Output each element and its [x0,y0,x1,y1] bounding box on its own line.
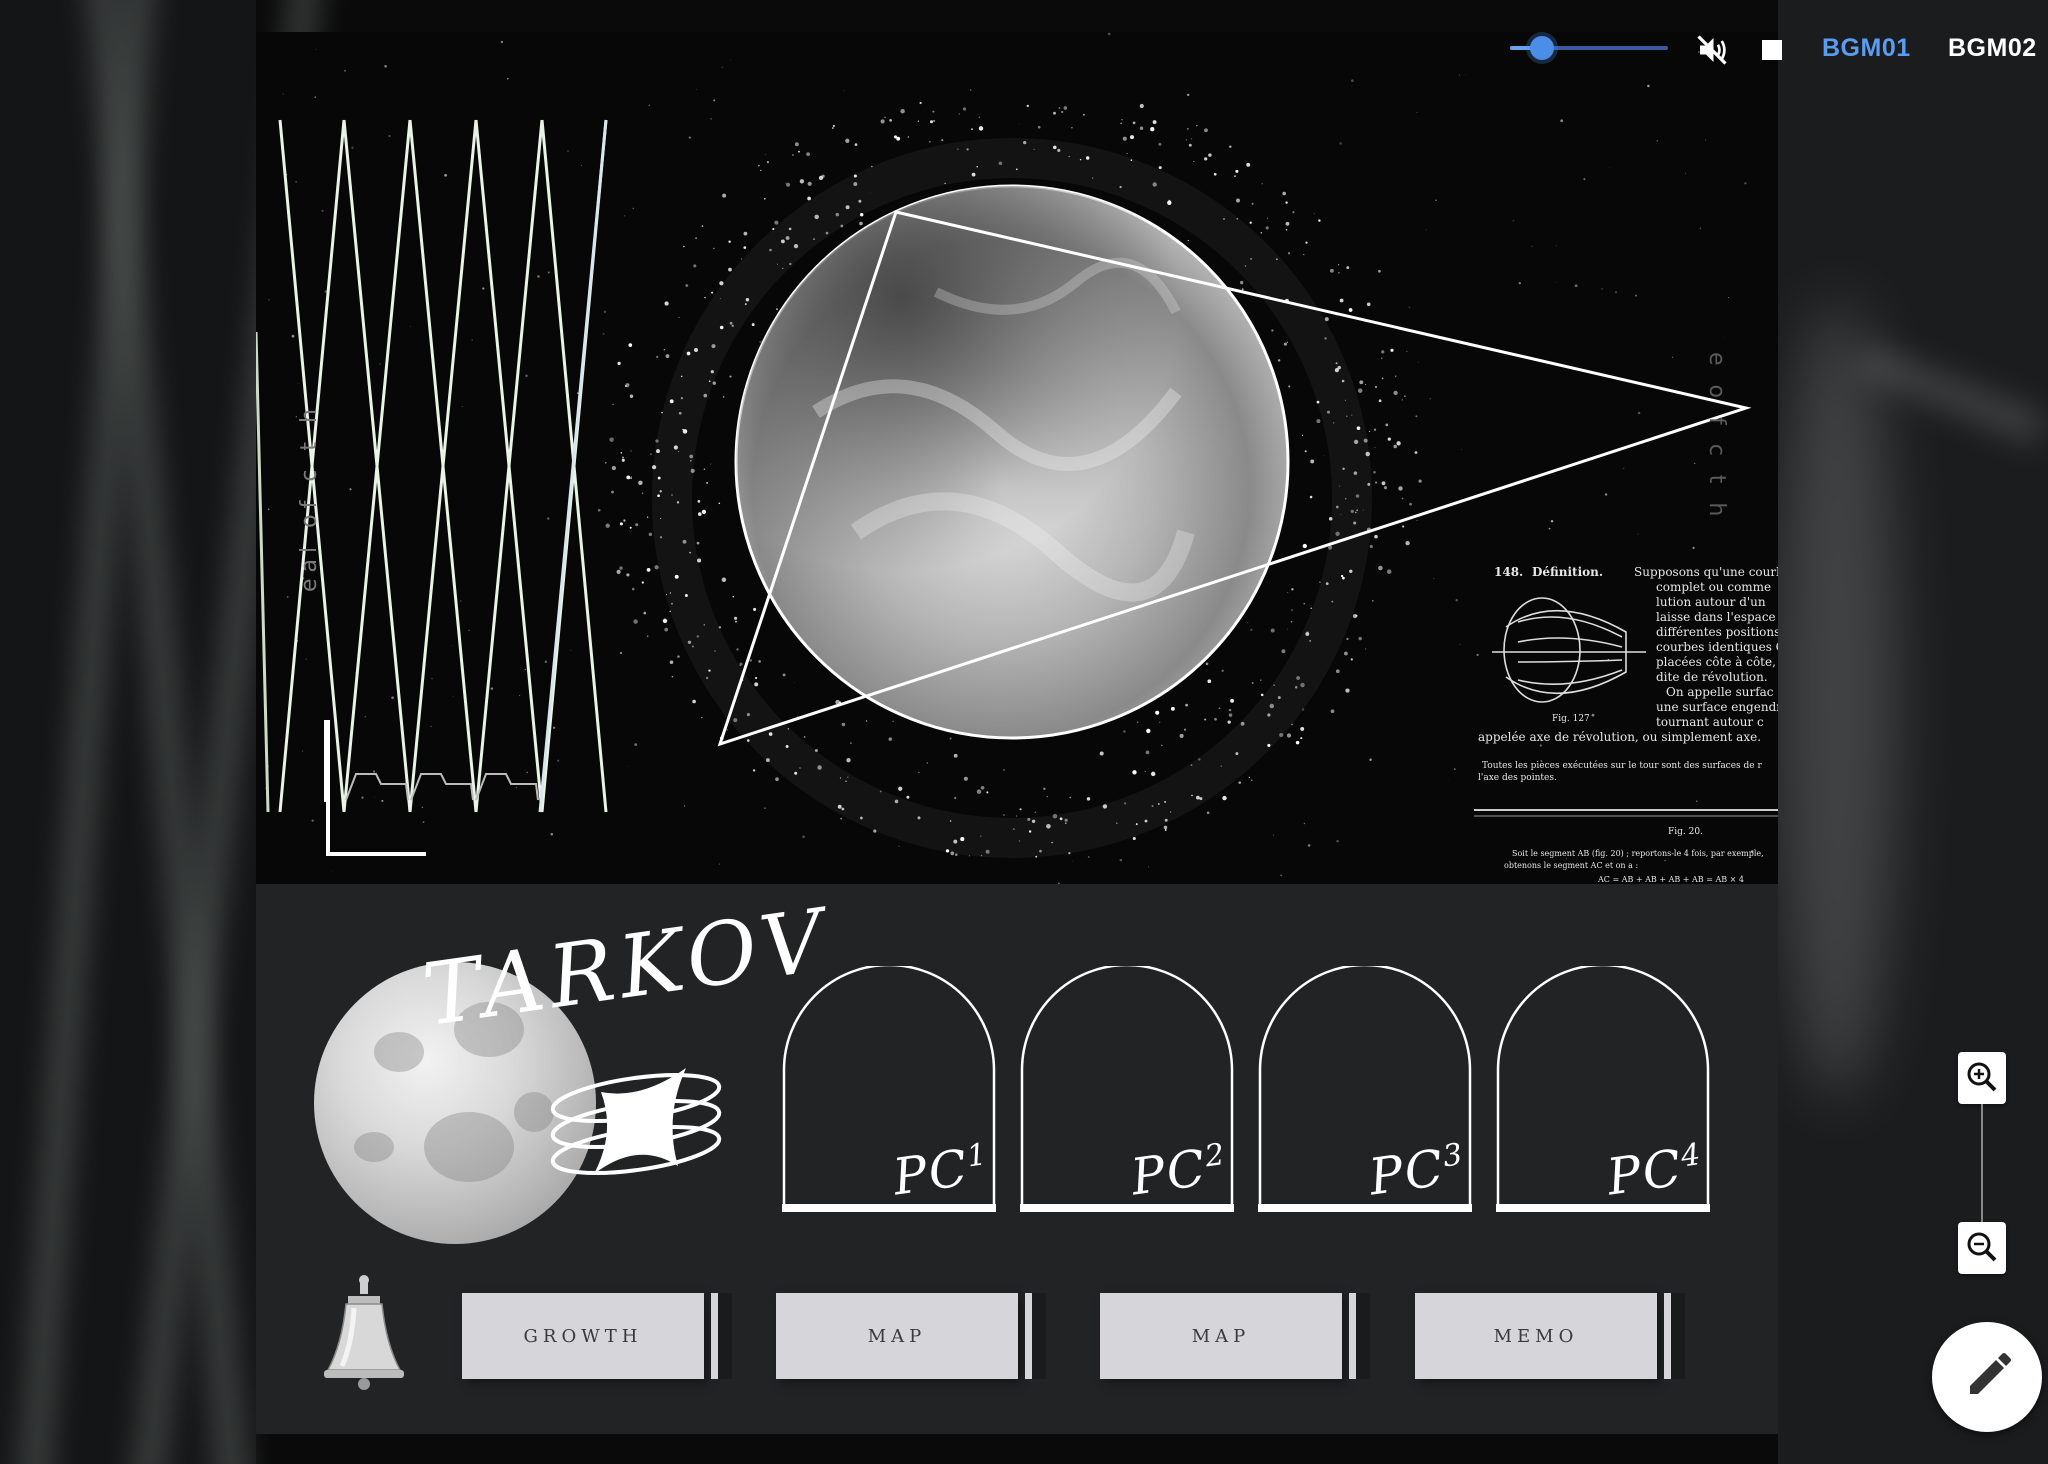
note-line-4: différentes positions [1656,625,1778,639]
memo-button-edge [1664,1293,1671,1379]
note-heading-num: 148. [1494,565,1523,579]
volume-thumb[interactable] [1529,36,1554,60]
zoom-in-button[interactable] [1958,1052,2006,1104]
bottom-panel: TARKOV PC1 PC2 PC3 PC4 GROWTH MAP MAP ME… [256,884,1778,1434]
stop-icon[interactable] [1762,40,1782,60]
map-button-1[interactable]: MAP [776,1293,1018,1379]
footer-line-0: Soit le segment AB (fig. 20) ; reportons… [1512,849,1764,858]
map-button-2-edge [1349,1293,1356,1379]
map-button-2-shadow [1356,1293,1370,1379]
fig-label: Fig. 127 [1552,714,1590,724]
note-line-2: lution autour d'un [1656,595,1766,609]
footer-line-2: AC = AB + AB + AB + AB = AB × 4 [1597,875,1744,884]
note-line-1: complet ou comme [1656,580,1771,594]
note-line-11: appelée axe de révolution, ou simplement… [1478,730,1761,744]
note-line-6: placées côte à côte, f [1656,655,1778,669]
pc-card-3[interactable]: PC3 [1258,966,1472,1214]
bell-icon[interactable] [318,1274,410,1394]
memo-button[interactable]: MEMO [1415,1293,1657,1379]
star-ring-emblem [550,1068,722,1175]
note-line-8: On appelle surfac [1666,685,1774,699]
note-line-13: l'axe des pointes. [1478,773,1557,783]
note-line-7: dite de révolution. [1656,670,1768,684]
pc-card-2[interactable]: PC2 [1020,966,1234,1214]
note-heading: Définition. [1532,565,1603,579]
growth-button[interactable]: GROWTH [462,1293,704,1379]
hero-artwork: 148. Définition. Supposons qu'une courb … [256,32,1778,884]
background-left [0,0,325,1464]
growth-button-shadow [718,1293,732,1379]
fig2-label: Fig. 20. [1668,827,1703,837]
planet [734,184,1290,740]
media-controls: BGM01 BGM02 [1500,24,2048,68]
vertical-text-left: eal of c t h [297,403,322,592]
tab-bgm02[interactable]: BGM02 [1948,34,2037,63]
note-line-0: Supposons qu'une courb [1634,565,1778,579]
map-button-1-shadow [1032,1293,1046,1379]
pc-card-1[interactable]: PC1 [782,966,996,1214]
tab-bgm01[interactable]: BGM01 [1822,34,1911,63]
zoom-out-icon [1967,1232,1997,1262]
zoom-in-icon [1967,1062,1997,1092]
volume-off-icon[interactable] [1694,32,1730,68]
hero-svg: 148. Définition. Supposons qu'une courb … [256,32,1778,884]
revolution-diagram [1492,597,1646,703]
vertical-text-right: e o f c t h [1704,352,1729,522]
note-line-12: Toutes les pièces exécutées sur le tour … [1482,760,1762,771]
map-button-1-edge [1025,1293,1032,1379]
note-line-10: tournant autour c [1656,715,1764,729]
note-line-5: courbes identiques C [1656,640,1778,654]
memo-button-shadow [1671,1293,1685,1379]
pencil-icon [1970,1353,2011,1394]
note-line-9: une surface engendr [1656,700,1778,714]
background-right [1778,0,2048,1464]
board-frame: 148. Définition. Supposons qu'une courb … [256,32,1778,1434]
map-button-2[interactable]: MAP [1100,1293,1342,1379]
footer-line-1: obtenons le segment AC et on a : [1504,861,1638,870]
edit-button[interactable] [1932,1322,2042,1432]
zoom-track[interactable] [1981,1104,1983,1222]
note-line-3: laisse dans l'espace [1656,610,1776,624]
pc-card-4[interactable]: PC4 [1496,966,1710,1214]
title-logo: TARKOV [417,890,836,1046]
growth-button-edge [711,1293,718,1379]
zoom-out-button[interactable] [1958,1222,2006,1274]
